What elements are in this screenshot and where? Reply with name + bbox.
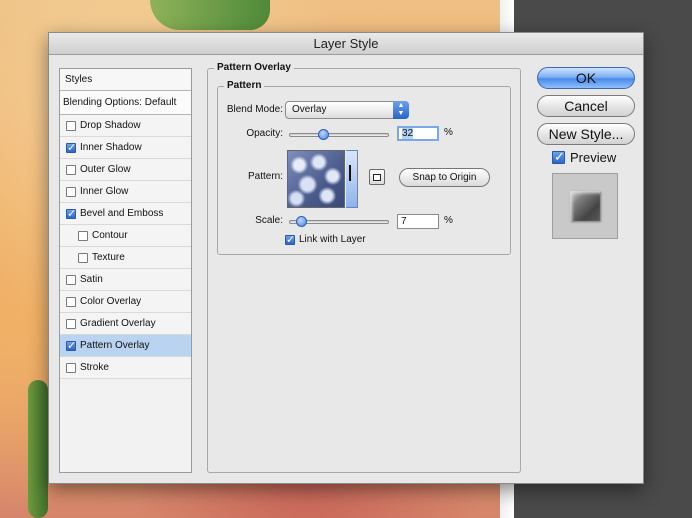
style-item-drop-shadow[interactable]: Drop Shadow — [60, 115, 191, 137]
style-item-label: Inner Glow — [80, 186, 129, 197]
preview-checkbox[interactable] — [552, 149, 565, 165]
preview-label: Preview — [570, 150, 617, 165]
style-item-checkbox[interactable] — [66, 120, 76, 131]
opacity-input[interactable]: 32 — [397, 126, 439, 141]
link-with-layer-row[interactable]: Link with Layer — [285, 233, 366, 246]
background-leaf — [150, 0, 270, 30]
blend-mode-label: Blend Mode: — [226, 104, 283, 115]
style-item-checkbox[interactable] — [66, 164, 76, 175]
layer-style-dialog: Layer Style Styles Blending Options: Def… — [48, 32, 644, 484]
style-item-checkbox[interactable] — [66, 296, 76, 307]
style-item-bevel-and-emboss[interactable]: Bevel and Emboss — [60, 203, 191, 225]
style-item-satin[interactable]: Satin — [60, 269, 191, 291]
opacity-label: Opacity: — [246, 128, 283, 139]
style-item-label: Texture — [92, 252, 125, 263]
style-item-label: Gradient Overlay — [80, 318, 156, 329]
style-item-checkbox[interactable] — [66, 318, 76, 329]
style-item-inner-shadow[interactable]: Inner Shadow — [60, 137, 191, 159]
pattern-overlay-panel: Pattern Overlay Pattern Blend Mode: Over… — [207, 62, 521, 473]
dialog-title: Layer Style — [49, 33, 643, 55]
style-item-stroke[interactable]: Stroke — [60, 357, 191, 379]
style-item-label: Contour — [92, 230, 128, 241]
scale-slider-thumb[interactable] — [296, 216, 308, 227]
pattern-group-title: Pattern — [224, 80, 265, 91]
style-preview-swatch — [570, 191, 600, 221]
new-style-button[interactable]: New Style... — [537, 123, 635, 145]
link-with-layer-checkbox[interactable] — [285, 233, 295, 246]
style-item-checkbox[interactable] — [66, 339, 76, 352]
pattern-swatch[interactable] — [287, 150, 345, 208]
style-item-checkbox[interactable] — [78, 230, 88, 241]
style-item-label: Drop Shadow — [80, 120, 141, 131]
link-with-layer-label: Link with Layer — [299, 234, 366, 245]
blend-mode-select[interactable]: Overlay ▲ ▼ — [285, 101, 409, 119]
scale-slider[interactable] — [289, 216, 389, 227]
style-item-contour[interactable]: Contour — [60, 225, 191, 247]
pattern-group: Pattern Blend Mode: Overlay ▲ ▼ Opacity: … — [217, 80, 511, 255]
blending-options-item[interactable]: Blending Options: Default — [60, 91, 191, 115]
style-item-checkbox[interactable] — [66, 141, 76, 154]
style-item-label: Pattern Overlay — [80, 340, 150, 351]
background-stem — [28, 380, 48, 518]
updown-arrows-icon: ▲ ▼ — [393, 101, 409, 119]
style-item-checkbox[interactable] — [66, 362, 76, 373]
new-preset-button[interactable] — [369, 169, 385, 185]
style-item-pattern-overlay[interactable]: Pattern Overlay — [60, 335, 191, 357]
style-item-color-overlay[interactable]: Color Overlay — [60, 291, 191, 313]
style-item-gradient-overlay[interactable]: Gradient Overlay — [60, 313, 191, 335]
section-title: Pattern Overlay — [214, 62, 294, 73]
styles-list: Styles Blending Options: Default Drop Sh… — [59, 68, 192, 473]
snap-to-origin-button[interactable]: Snap to Origin — [399, 168, 490, 187]
scale-label: Scale: — [255, 215, 283, 226]
pattern-label: Pattern: — [247, 171, 283, 182]
preview-row[interactable]: Preview — [552, 149, 617, 165]
style-item-label: Inner Shadow — [80, 142, 142, 153]
opacity-slider-thumb[interactable] — [317, 129, 329, 140]
style-preview-thumbnail — [552, 173, 618, 239]
cancel-button[interactable]: Cancel — [537, 95, 635, 117]
style-item-label: Bevel and Emboss — [80, 208, 164, 219]
style-item-checkbox[interactable] — [66, 186, 76, 197]
scale-percent-sign: % — [444, 215, 453, 226]
style-item-inner-glow[interactable]: Inner Glow — [60, 181, 191, 203]
new-preset-icon — [373, 174, 381, 181]
style-item-outer-glow[interactable]: Outer Glow — [60, 159, 191, 181]
style-item-checkbox[interactable] — [66, 207, 76, 220]
styles-header[interactable]: Styles — [60, 69, 191, 91]
opacity-slider[interactable] — [289, 129, 389, 140]
opacity-percent-sign: % — [444, 127, 453, 138]
style-item-checkbox[interactable] — [66, 274, 76, 285]
pattern-picker-arrow-icon[interactable] — [346, 150, 358, 208]
style-item-label: Color Overlay — [80, 296, 142, 307]
blend-mode-value: Overlay — [292, 104, 327, 115]
style-item-label: Stroke — [80, 362, 109, 373]
style-item-checkbox[interactable] — [78, 252, 88, 263]
style-item-texture[interactable]: Texture — [60, 247, 191, 269]
style-item-label: Outer Glow — [80, 164, 131, 175]
ok-button[interactable]: OK — [537, 67, 635, 89]
scale-input[interactable]: 7 — [397, 214, 439, 229]
style-item-label: Satin — [80, 274, 103, 285]
